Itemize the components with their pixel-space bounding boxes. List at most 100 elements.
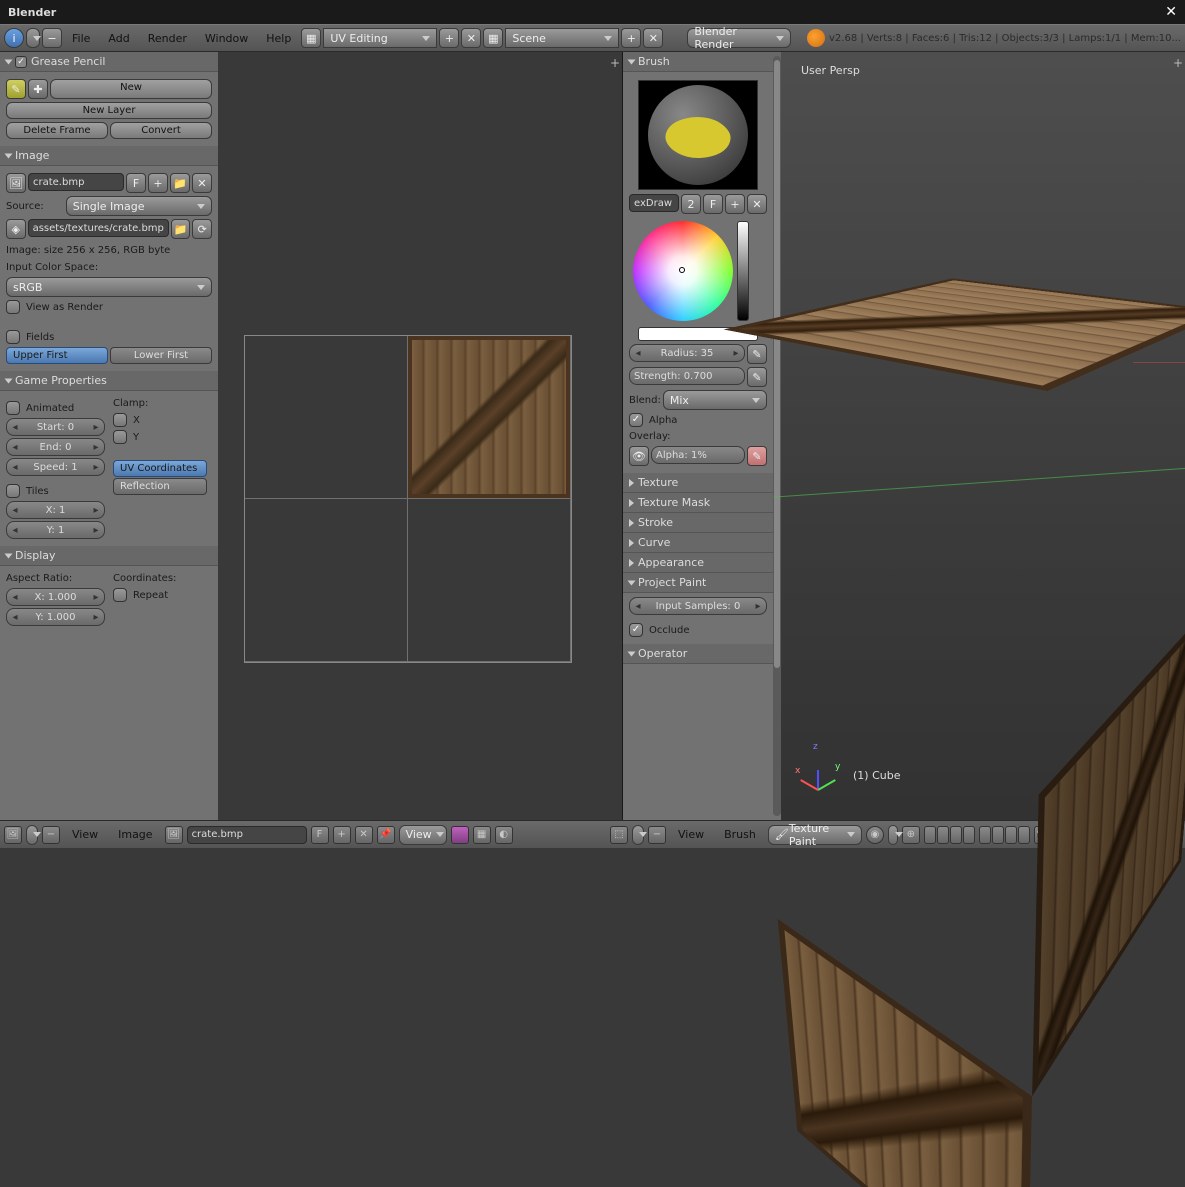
project-paint-header[interactable]: Project Paint [623, 573, 781, 593]
editor-type-icon[interactable]: 🖼 [4, 826, 22, 844]
view-as-render-checkbox[interactable] [6, 300, 20, 314]
delete-frame-button[interactable]: Delete Frame [6, 122, 108, 139]
display-header[interactable]: Display [0, 546, 218, 566]
overlay-brush-icon[interactable]: ✎ [747, 446, 767, 466]
grease-pencil-header[interactable]: ✓ Grease Pencil [0, 52, 218, 72]
pencil-icon[interactable]: ✎ [6, 79, 26, 99]
lower-first-button[interactable]: Lower First [110, 347, 212, 364]
image-name-footer[interactable]: crate.bmp [187, 826, 307, 844]
scene-dropdown[interactable]: Scene [505, 28, 619, 48]
collapse-icon[interactable]: − [42, 826, 60, 844]
overlay-alpha-field[interactable]: Alpha: 1% [651, 446, 745, 464]
tiles-y-field[interactable]: ◂Y: 1▸ [6, 521, 105, 539]
brush-fake-user[interactable]: F [703, 194, 723, 214]
image-path-icon[interactable]: ◈ [6, 219, 26, 239]
3d-view-menu[interactable]: View [670, 825, 712, 844]
grease-pencil-checkbox[interactable]: ✓ [15, 56, 27, 68]
brush-users[interactable]: 2 [681, 194, 701, 214]
crate-object[interactable] [787, 277, 1185, 737]
layout-browse-icon[interactable]: ▦ [301, 28, 321, 48]
animated-checkbox[interactable] [6, 401, 20, 415]
brush-del-icon[interactable]: ✕ [747, 194, 767, 214]
fields-checkbox[interactable] [6, 330, 20, 344]
layer-btn[interactable] [950, 826, 962, 844]
channels-icon[interactable] [451, 826, 469, 844]
convert-button[interactable]: Convert [110, 122, 212, 139]
brush-name-field[interactable]: exDraw [629, 194, 679, 212]
collapse-menu-icon[interactable]: − [42, 28, 62, 48]
stroke-header[interactable]: Stroke [623, 513, 781, 533]
reflection-button[interactable]: Reflection [113, 478, 207, 495]
scene-del-icon[interactable]: ✕ [643, 28, 663, 48]
brush-header[interactable]: Brush [623, 52, 781, 72]
value-slider[interactable] [737, 221, 749, 321]
image-browse-icon[interactable]: 🖼 [165, 826, 183, 844]
aspect-y-field[interactable]: ◂Y: 1.000▸ [6, 608, 105, 626]
strength-pressure-icon[interactable]: ✎ [747, 367, 767, 387]
appearance-header[interactable]: Appearance [623, 553, 781, 573]
radius-pressure-icon[interactable]: ✎ [747, 344, 767, 364]
layout-del-icon[interactable]: ✕ [461, 28, 481, 48]
texture-mask-header[interactable]: Texture Mask [623, 493, 781, 513]
uv-editor-viewport[interactable]: + [218, 52, 623, 820]
new-layer-button[interactable]: New Layer [6, 102, 212, 119]
tiles-checkbox[interactable] [6, 484, 20, 498]
clamp-x-checkbox[interactable] [113, 413, 127, 427]
channels-icon2[interactable]: ▦ [473, 826, 491, 844]
editor-3d-dd[interactable] [632, 825, 644, 845]
expand-panel-icon[interactable]: + [610, 56, 620, 70]
pivot-icon[interactable]: ⊕ [902, 826, 920, 844]
file-browser-icon[interactable]: 📁 [171, 219, 191, 239]
image-path-field[interactable]: assets/textures/crate.bmp [28, 219, 169, 237]
menu-file[interactable]: File [64, 29, 98, 48]
menu-render[interactable]: Render [140, 29, 195, 48]
uv-image-menu[interactable]: Image [110, 825, 160, 844]
operator-header[interactable]: Operator [623, 644, 781, 664]
texture-header[interactable]: Texture [623, 473, 781, 493]
radius-field[interactable]: ◂Radius: 35▸ [629, 344, 745, 362]
overlay-eye-icon[interactable]: 👁 [629, 446, 649, 466]
fake-user-button[interactable]: F [126, 173, 146, 193]
collapse-3d-icon[interactable]: − [648, 826, 666, 844]
close-icon[interactable]: ✕ [1165, 4, 1177, 20]
editor-type-3d-icon[interactable]: ⬚ [610, 826, 628, 844]
scrollbar[interactable] [773, 56, 781, 816]
start-field[interactable]: ◂Start: 0▸ [6, 418, 105, 436]
layer-btn[interactable] [979, 826, 991, 844]
tiles-x-field[interactable]: ◂X: 1▸ [6, 501, 105, 519]
menu-add[interactable]: Add [100, 29, 137, 48]
layout-add-icon[interactable]: + [439, 28, 459, 48]
open-image-icon[interactable]: 📁 [170, 173, 190, 193]
image-header[interactable]: Image [0, 146, 218, 166]
scene-browse-icon[interactable]: ▦ [483, 28, 503, 48]
scene-add-icon[interactable]: + [621, 28, 641, 48]
image-name-field[interactable]: crate.bmp [28, 173, 124, 191]
unlink-image-icon[interactable]: ✕ [192, 173, 212, 193]
reload-icon[interactable]: ⟳ [192, 219, 212, 239]
engine-dropdown[interactable]: Blender Render [687, 28, 791, 48]
3d-viewport[interactable]: + User Persp z y x (1) Cube [781, 52, 1185, 820]
layer-btn[interactable] [937, 826, 949, 844]
uv-view-menu[interactable]: View [64, 825, 106, 844]
end-field[interactable]: ◂End: 0▸ [6, 438, 105, 456]
menu-window[interactable]: Window [197, 29, 256, 48]
channels-icon3[interactable]: ◐ [495, 826, 513, 844]
unlink-footer[interactable]: ✕ [355, 826, 373, 844]
layout-dropdown[interactable]: UV Editing [323, 28, 437, 48]
repeat-checkbox[interactable] [113, 588, 127, 602]
brush-add-icon[interactable]: + [725, 194, 745, 214]
brush-preview[interactable] [638, 80, 758, 190]
editor-type-dd[interactable] [26, 28, 40, 48]
curve-header[interactable]: Curve [623, 533, 781, 553]
strength-field[interactable]: Strength: 0.700 [629, 367, 745, 385]
uv-coordinates-button[interactable]: UV Coordinates [113, 460, 207, 477]
3d-brush-menu[interactable]: Brush [716, 825, 764, 844]
shading-icon[interactable]: ◉ [866, 826, 884, 844]
aspect-x-field[interactable]: ◂X: 1.000▸ [6, 588, 105, 606]
info-icon[interactable]: i [4, 28, 24, 48]
plus-icon[interactable]: ✚ [28, 79, 48, 99]
shading-dd[interactable] [888, 825, 898, 845]
layer-btn[interactable] [992, 826, 1004, 844]
view-mode-dd[interactable]: View [399, 825, 447, 845]
pin-icon[interactable]: 📌 [377, 826, 395, 844]
